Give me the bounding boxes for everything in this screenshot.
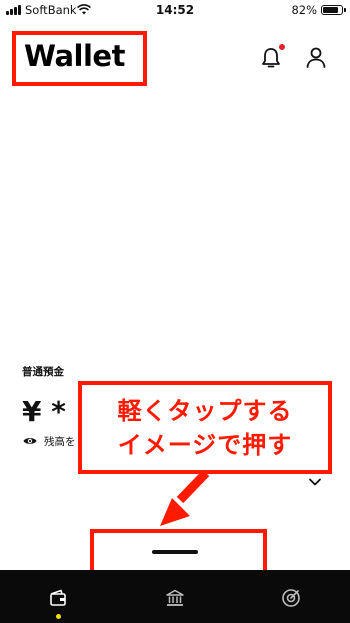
balance-masked: ¥ *	[22, 395, 66, 428]
battery-cap	[344, 8, 346, 12]
wallet-icon	[50, 589, 66, 606]
chevron-down-icon[interactable]	[308, 477, 322, 487]
page-title: Wallet	[24, 39, 125, 73]
balance-toggle-label[interactable]: 残高を	[44, 434, 76, 449]
sheet-drag-handle[interactable]	[152, 550, 198, 554]
annotation-text: 軽くタップする イメージで押す	[82, 394, 328, 462]
battery-percent: 82%	[291, 3, 317, 17]
annotation-arrow-icon	[160, 470, 210, 526]
tab-bank[interactable]	[117, 570, 234, 623]
account-type-label: 普通預金	[22, 366, 64, 378]
battery-icon	[321, 5, 343, 15]
annotation-callout: 軽くタップする イメージで押す	[78, 381, 332, 474]
target-icon	[282, 589, 300, 607]
user-icon[interactable]	[305, 46, 327, 68]
tab-wallet[interactable]	[0, 570, 117, 623]
bank-icon	[166, 589, 184, 606]
active-tab-indicator	[56, 614, 61, 619]
eye-icon[interactable]	[23, 436, 37, 446]
bell-icon[interactable]	[260, 46, 282, 70]
status-bar: SoftBank 14:52 82%	[0, 0, 350, 20]
tab-bar	[0, 570, 350, 623]
battery-fill	[323, 7, 338, 13]
annotation-line-1: 軽くタップする	[117, 397, 293, 425]
annotation-callout-inner: 軽くタップする イメージで押す	[82, 385, 328, 470]
annotation-line-2: イメージで押す	[117, 431, 293, 459]
tab-target[interactable]	[233, 570, 350, 623]
notification-badge	[279, 44, 285, 50]
